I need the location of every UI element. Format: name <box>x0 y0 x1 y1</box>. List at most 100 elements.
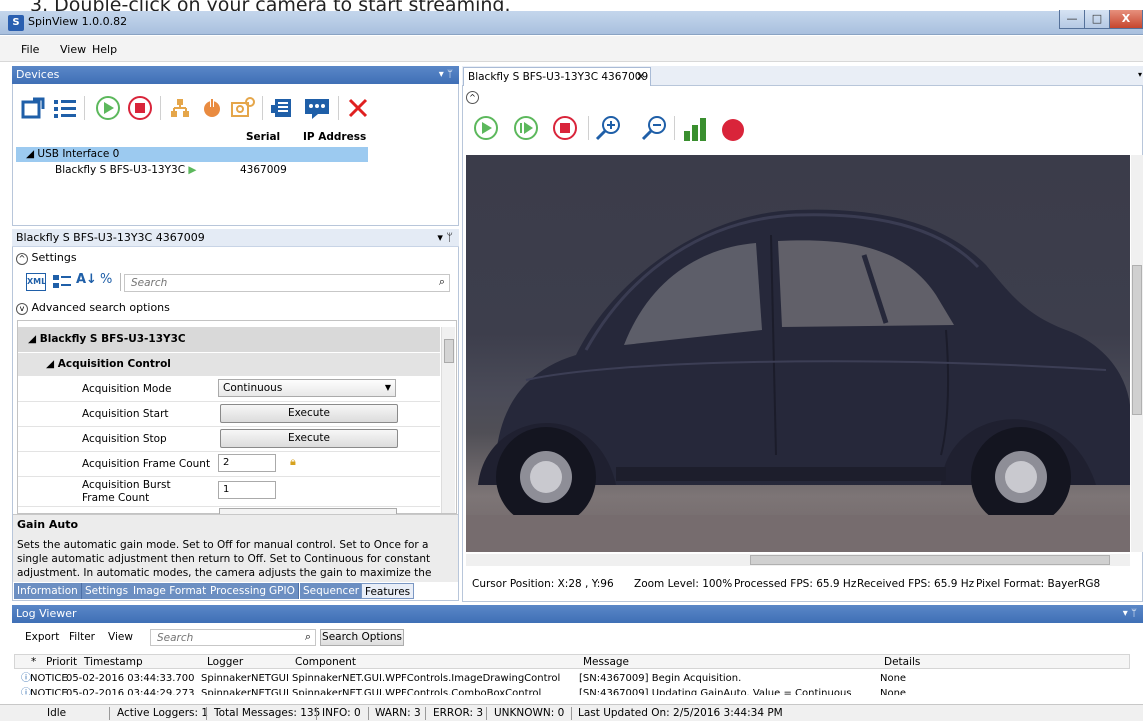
message-icon[interactable] <box>304 96 330 120</box>
lock-icon: 🔒︎ <box>290 455 296 468</box>
timestamp-column-header[interactable]: Timestamp <box>84 656 143 668</box>
collapse-icon[interactable]: ^ <box>16 253 28 265</box>
tab-processing[interactable]: Processing <box>207 583 271 599</box>
search-icon[interactable]: ⌕ <box>305 630 311 644</box>
scrollbar-thumb[interactable] <box>444 339 454 363</box>
category-row[interactable]: ◢ Acquisition Control <box>18 353 440 376</box>
feature-search-box[interactable]: ⌕ <box>124 274 450 292</box>
xml-view-icon[interactable]: XML <box>26 273 46 291</box>
logger-column-header[interactable]: Logger <box>207 656 243 668</box>
tab-list-chevron-icon[interactable]: ▾ <box>1138 70 1142 79</box>
star-column-header[interactable]: * <box>31 656 36 668</box>
close-window-button[interactable]: X <box>1109 10 1143 29</box>
collapse-toolbar-icon[interactable]: ^ <box>466 91 479 104</box>
expand-icon[interactable]: v <box>16 303 28 315</box>
device-info-icon[interactable] <box>270 96 296 120</box>
toolbar-separator <box>160 96 161 120</box>
tab-information[interactable]: Information <box>14 583 82 599</box>
status-separator <box>486 707 487 720</box>
log-row[interactable]: ⓘ NOTICE 05-02-2016 03:44:29.273 Spinnak… <box>14 687 1130 695</box>
menu-file[interactable]: File <box>21 43 39 56</box>
filter-button[interactable]: Filter <box>69 631 95 643</box>
details-column-header[interactable]: Details <box>884 656 920 668</box>
scrollbar-thumb[interactable] <box>750 555 1110 565</box>
root-node-row[interactable]: ◢ Blackfly S BFS-U3-13Y3C <box>18 327 440 352</box>
network-config-icon[interactable] <box>168 96 192 120</box>
interface-row[interactable]: ◢ USB Interface 0 <box>26 148 119 160</box>
menu-view[interactable]: View <box>60 43 86 56</box>
search-options-button[interactable]: Search Options <box>320 629 404 646</box>
zoom-out-icon[interactable] <box>640 114 668 142</box>
acquisition-mode-select[interactable]: Continuous ▼ <box>218 379 396 397</box>
advanced-search-toggle[interactable]: v Advanced search options <box>16 301 170 315</box>
list-view-icon[interactable] <box>52 95 78 121</box>
camera-row[interactable]: Blackfly S BFS-U3-13Y3C ▶ <box>55 164 196 176</box>
categorized-view-icon[interactable] <box>52 273 72 291</box>
play-icon[interactable] <box>96 96 120 120</box>
close-icon[interactable]: ✕ <box>636 68 645 86</box>
view-button[interactable]: View <box>108 631 133 643</box>
stop-icon[interactable] <box>553 116 577 140</box>
menu-help[interactable]: Help <box>92 43 117 56</box>
expand-arrow-icon[interactable]: ◢ <box>26 148 34 160</box>
record-icon[interactable] <box>722 119 744 141</box>
image-vertical-scrollbar[interactable] <box>1131 155 1143 552</box>
feature-search-input[interactable] <box>129 276 419 290</box>
tab-gpio[interactable]: GPIO <box>266 583 299 599</box>
property-grid-scrollbar[interactable] <box>441 327 455 513</box>
acquisition-start-button[interactable]: Execute <box>220 404 398 423</box>
tab-image-format[interactable]: Image Format <box>130 583 211 599</box>
serial-column-header[interactable]: Serial <box>246 131 280 143</box>
tab-features[interactable]: Features <box>361 583 415 599</box>
tab-sequencer[interactable]: Sequencer <box>300 583 364 599</box>
export-button[interactable]: Export <box>25 631 59 643</box>
stream-tab[interactable]: Blackfly S BFS-U3-13Y3C 4367009 ✕ <box>463 67 651 86</box>
histogram-icon[interactable] <box>682 116 710 142</box>
feature-row-frame-count: Acquisition Frame Count 2 🔒︎ <box>18 452 440 477</box>
power-icon[interactable] <box>200 96 224 120</box>
search-icon[interactable]: ⌕ <box>439 275 445 289</box>
priority-column-header[interactable]: Priorit <box>46 656 77 668</box>
expand-arrow-icon[interactable]: ◢ <box>46 358 54 370</box>
window-titlebar[interactable] <box>0 11 1143 35</box>
devices-panel-title: Devices <box>16 68 60 81</box>
expand-arrow-icon[interactable]: ◢ <box>28 333 36 345</box>
devices-panel <box>12 66 459 226</box>
play-icon[interactable] <box>474 116 498 140</box>
panel-pin-icon[interactable]: ▾ ᛘ <box>1123 605 1137 623</box>
log-search-input[interactable] <box>155 631 285 644</box>
scrollbar-thumb[interactable] <box>1132 265 1142 415</box>
app-icon: S <box>8 15 24 31</box>
burst-frame-count-input[interactable]: 1 <box>218 481 276 499</box>
image-horizontal-scrollbar[interactable] <box>466 554 1130 566</box>
zoom-in-icon[interactable] <box>594 114 622 142</box>
panel-pin-icon[interactable]: ▾ ᛘ <box>437 229 453 247</box>
message-column-header[interactable]: Message <box>583 656 629 668</box>
minimize-button[interactable]: — <box>1059 10 1085 29</box>
refresh-devices-icon[interactable] <box>20 95 46 121</box>
settings-label: Settings <box>31 251 77 264</box>
camera-settings-icon[interactable] <box>230 96 256 120</box>
acquisition-stop-button[interactable]: Execute <box>220 429 398 448</box>
toolbar-separator <box>338 96 339 120</box>
maximize-button[interactable]: □ <box>1084 10 1110 29</box>
ip-column-header[interactable]: IP Address <box>303 131 366 143</box>
settings-toggle[interactable]: ^ Settings <box>16 251 77 265</box>
component-column-header[interactable]: Component <box>295 656 356 668</box>
stop-icon[interactable] <box>128 96 152 120</box>
remove-device-icon[interactable] <box>346 96 370 120</box>
camera-serial: 4367009 <box>240 164 287 176</box>
feature-label: Acquisition Stop <box>82 433 167 445</box>
log-row[interactable]: ⓘ NOTICE 05-02-2016 03:44:33.700 Spinnak… <box>14 672 1130 685</box>
camera-image[interactable] <box>466 155 1130 552</box>
step-play-icon[interactable] <box>514 116 538 140</box>
frame-count-input[interactable]: 2 <box>218 454 276 472</box>
advanced-search-label: Advanced search options <box>31 301 170 314</box>
tab-settings[interactable]: Settings <box>82 583 133 599</box>
sort-az-icon[interactable]: A↓ <box>76 272 97 287</box>
category-label: ◢ Acquisition Control <box>46 358 171 370</box>
toolbar-separator <box>674 116 675 140</box>
log-search-box[interactable]: ⌕ <box>150 629 316 646</box>
panel-pin-icon[interactable]: ▾ ᛘ <box>439 66 453 84</box>
percent-icon[interactable]: % <box>100 272 112 287</box>
